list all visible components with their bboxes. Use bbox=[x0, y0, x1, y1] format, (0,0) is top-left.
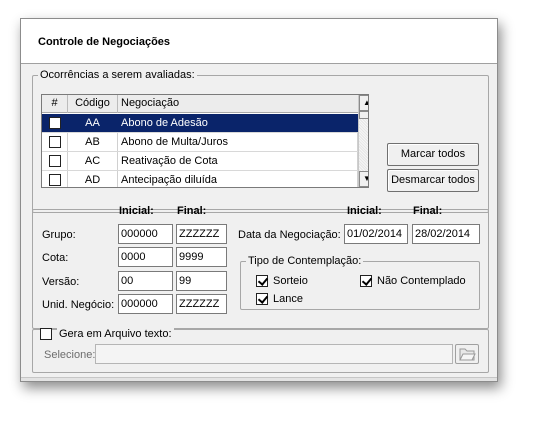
grid-header: # Código Negociação bbox=[42, 95, 358, 113]
tipo-contemplacao-legend: Tipo de Contemplação: bbox=[248, 255, 362, 267]
grupo-initial-input[interactable]: 000000 bbox=[118, 224, 173, 244]
cota-initial-input[interactable]: 0000 bbox=[118, 247, 173, 267]
row-checkbox[interactable] bbox=[49, 155, 61, 167]
row-code: AB bbox=[68, 133, 118, 151]
scroll-up-arrow-icon[interactable]: ▲ bbox=[359, 95, 368, 111]
nao-contemplado-checkbox[interactable] bbox=[360, 275, 372, 287]
gera-arquivo-label: Gera em Arquivo texto: bbox=[57, 328, 174, 340]
row-code: AC bbox=[68, 152, 118, 170]
browse-file-button[interactable] bbox=[455, 344, 479, 364]
row-negociacao: Abono de Adesão bbox=[118, 114, 358, 132]
versao-label: Versão: bbox=[42, 276, 80, 288]
table-row[interactable]: AB Abono de Multa/Juros bbox=[42, 133, 358, 152]
dialog-bottom-edge bbox=[21, 377, 497, 381]
row-checkbox[interactable] bbox=[49, 136, 61, 148]
table-row[interactable]: AC Reativação de Cota bbox=[42, 152, 358, 171]
file-path-input[interactable] bbox=[95, 344, 453, 364]
lance-label: Lance bbox=[273, 293, 303, 305]
table-row[interactable]: AA Abono de Adesão bbox=[42, 114, 358, 133]
unid-negocio-initial-input[interactable]: 000000 bbox=[118, 294, 173, 314]
cota-label: Cota: bbox=[42, 252, 69, 264]
scroll-thumb[interactable] bbox=[359, 111, 368, 119]
versao-initial-input[interactable]: 00 bbox=[118, 271, 173, 291]
gera-arquivo-checkbox[interactable] bbox=[40, 328, 52, 340]
folder-open-icon bbox=[459, 348, 476, 361]
row-code: AD bbox=[68, 171, 118, 187]
dialog-window: Controle de Negociações Ocorrências a se… bbox=[20, 18, 498, 382]
date-initial-header: Inicial: bbox=[347, 205, 382, 217]
data-negociacao-label: Data da Negociação: bbox=[238, 229, 341, 241]
cota-final-input[interactable]: 9999 bbox=[176, 247, 227, 267]
grupo-label: Grupo: bbox=[42, 229, 76, 241]
dialog-header: Controle de Negociações bbox=[21, 19, 497, 64]
negociacoes-grid[interactable]: # Código Negociação AA Abono de Adesão A… bbox=[41, 94, 369, 188]
nao-contemplado-label: Não Contemplado bbox=[377, 275, 466, 287]
unid-negocio-final-input[interactable]: ZZZZZZ bbox=[176, 294, 227, 314]
data-final-input[interactable]: 28/02/2014 bbox=[412, 224, 480, 244]
versao-final-input[interactable]: 99 bbox=[176, 271, 227, 291]
table-row[interactable]: AD Antecipação diluída bbox=[42, 171, 358, 187]
scroll-down-arrow-icon[interactable]: ▼ bbox=[359, 171, 368, 187]
ocorrencias-legend: Ocorrências a serem avaliadas: bbox=[40, 69, 195, 81]
sorteio-checkbox[interactable] bbox=[256, 275, 268, 287]
column-header-codigo[interactable]: Código bbox=[68, 95, 118, 113]
initial-column-header: Inicial: bbox=[119, 205, 154, 217]
row-checkbox[interactable] bbox=[49, 117, 61, 129]
data-initial-input[interactable]: 01/02/2014 bbox=[344, 224, 408, 244]
row-checkbox[interactable] bbox=[49, 174, 61, 186]
sorteio-label: Sorteio bbox=[273, 275, 308, 287]
grupo-final-input[interactable]: ZZZZZZ bbox=[176, 224, 227, 244]
grid-scrollbar[interactable]: ▲ ▼ bbox=[358, 95, 368, 187]
dialog-title: Controle de Negociações bbox=[38, 36, 171, 48]
row-code: AA bbox=[68, 114, 118, 132]
date-final-header: Final: bbox=[413, 205, 443, 217]
final-column-header: Final: bbox=[177, 205, 207, 217]
column-header-negociacao[interactable]: Negociação bbox=[118, 95, 358, 113]
select-all-button[interactable]: Marcar todos bbox=[387, 143, 479, 166]
row-negociacao: Abono de Multa/Juros bbox=[118, 133, 358, 151]
row-negociacao: Antecipação diluída bbox=[118, 171, 358, 187]
selecione-label: Selecione: bbox=[44, 349, 96, 361]
column-header-check[interactable]: # bbox=[42, 95, 68, 113]
unid-negocio-label: Unid. Negócio: bbox=[42, 299, 115, 311]
deselect-all-button[interactable]: Desmarcar todos bbox=[387, 169, 479, 192]
lance-checkbox[interactable] bbox=[256, 293, 268, 305]
row-negociacao: Reativação de Cota bbox=[118, 152, 358, 170]
